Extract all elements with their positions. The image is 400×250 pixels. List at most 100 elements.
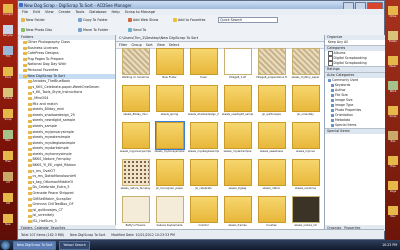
menu-item[interactable]: View: [45, 10, 54, 14]
file-thumbnail[interactable]: skeels_sweetness: [256, 122, 287, 157]
menu-item[interactable]: Database: [89, 10, 106, 14]
file-thumbnail[interactable]: skeels_80day_mini: [120, 85, 151, 120]
desktop-icon[interactable]: Recycle Bin: [3, 25, 13, 37]
desktop-icon[interactable]: Drive: [388, 6, 398, 18]
add-to-favorites-button[interactable]: Add to Favorites: [173, 17, 205, 23]
file-thumbnail[interactable]: skeels_frames: [222, 196, 253, 231]
file-thumbnail[interactable]: skeels_myhoneysimple: [154, 121, 185, 157]
folder-icon: [189, 48, 218, 75]
file-thumbnail[interactable]: Betty's Flowers: [120, 196, 151, 231]
taskbar-item[interactable]: New DigiScrap To Sort: [13, 240, 57, 250]
file-thumbnail[interactable]: skeels_mydarksimple: [222, 122, 253, 157]
menu-item[interactable]: Tools: [75, 10, 84, 14]
file-thumbnail[interactable]: skeels_sunshine: [290, 159, 321, 194]
desktop-icon[interactable]: Computer: [3, 4, 13, 16]
file-thumbnail[interactable]: brushes: [256, 196, 287, 231]
desktop-icon[interactable]: Dogs: [388, 181, 398, 193]
new-photo-disc-button[interactable]: New Photo Disc: [21, 27, 52, 33]
checkbox[interactable]: [328, 51, 333, 56]
category-icon: [331, 104, 334, 107]
file-thumbnail[interactable]: skeels_spring: [154, 85, 185, 120]
file-thumbnail[interactable]: skeels_myjanuarysimple: [120, 122, 151, 157]
folder-icon: [291, 85, 320, 112]
desktop-icon[interactable]: Misc: [3, 130, 13, 142]
view-menu-button[interactable]: Group: [131, 43, 141, 47]
file-thumbnail[interactable]: skeels_myfairy_paper: [290, 48, 321, 83]
move-to-folder-button[interactable]: Move To Folder: [78, 27, 108, 33]
category-icon: [328, 79, 331, 82]
desktop-icon[interactable]: Pics: [388, 131, 398, 143]
quick-search-input[interactable]: Quick Search: [218, 17, 278, 23]
send-to-button[interactable]: Send To: [128, 27, 146, 33]
desktop-icon-label: Computer: [3, 13, 13, 16]
file-thumbnail[interactable]: jsl_monogram_paper: [154, 159, 185, 194]
file-thumbnail[interactable]: skeels_mylove: [290, 122, 321, 157]
desktop-icon[interactable]: Misc: [388, 206, 398, 218]
desktop-icon[interactable]: Files: [388, 156, 398, 168]
desktop-icon[interactable]: Old: [3, 193, 13, 205]
view-menu-button[interactable]: View: [157, 43, 165, 47]
desktop-icon[interactable]: Work: [388, 81, 398, 93]
menu-item[interactable]: Create: [59, 10, 71, 14]
file-thumbnail[interactable]: jsl_urrenitely: [290, 85, 321, 120]
desktop-icon[interactable]: New: [3, 214, 13, 226]
desktop-icon-label: Drive: [389, 15, 397, 18]
desktop-icon[interactable]: Photos: [3, 88, 13, 100]
file-thumbnail[interactable]: Colorful: [188, 196, 219, 231]
desktop-icon[interactable]: Docs: [3, 67, 13, 79]
file-thumbnail[interactable]: Village8_preparations.fla: [256, 48, 287, 83]
desktop-icon[interactable]: Scrap: [388, 106, 398, 118]
file-thumbnail[interactable]: skeels_mysiteglowsimple: [188, 122, 219, 157]
desktop-icon-label: Recycle Bin: [3, 34, 13, 37]
folder-icon: [28, 141, 32, 145]
menu-item[interactable]: Help: [111, 10, 119, 14]
view-menu-button[interactable]: Select: [169, 43, 179, 47]
title-bar[interactable]: New Dog Scrap - DigiScrap To Sort - ACDS…: [18, 1, 384, 10]
file-thumbnail[interactable]: skeels_nature_fernplay: [120, 159, 151, 194]
category-icon: [331, 109, 334, 112]
view-menu-button[interactable]: Sort: [146, 43, 153, 47]
desktop-icon[interactable]: Art: [3, 172, 13, 184]
desktop-icon[interactable]: Folder: [388, 31, 398, 43]
file-thumbnail[interactable]: believe kaylasmade: [154, 196, 185, 231]
desktop-icon[interactable]: Scrap: [3, 109, 13, 121]
checkbox[interactable]: [328, 56, 333, 61]
file-thumbnail[interactable]: skeels_nature_kit: [290, 196, 321, 231]
copy-to-folder-button[interactable]: Copy To Folder: [78, 17, 108, 23]
menu-item[interactable]: File: [22, 10, 28, 14]
desktop-icon-label: Photos: [3, 97, 13, 100]
desktop-icon[interactable]: Files: [3, 151, 13, 163]
file-name: skeels_mylove: [296, 150, 315, 153]
file-thumbnail[interactable]: trees: [188, 48, 219, 83]
file-thumbnail[interactable]: jsl_celebrate: [188, 159, 219, 194]
view-menu-button[interactable]: Filter: [119, 43, 127, 47]
folder-icon: [28, 147, 32, 151]
file-list-pane: C:\Users\Tim_2\Desktop\New DigiScrap To …: [116, 35, 324, 231]
new-folder-button[interactable]: New Folder: [21, 17, 45, 23]
file-name: jsl_celebrate: [195, 187, 212, 190]
folder-icon: [28, 80, 32, 84]
file-thumbnail[interactable]: skeels_newdigkit_sample: [222, 85, 253, 120]
start-button[interactable]: [1, 240, 10, 250]
file-thumbnail[interactable]: Village8_1.wf: [222, 48, 253, 83]
path-bar[interactable]: C:\Users\Tim_2\Desktop\New DigiScrap To …: [116, 35, 324, 42]
desktop-icon[interactable]: Music: [388, 56, 398, 68]
file-thumbnail[interactable]: skeels_ribbon: [256, 159, 287, 194]
folder-icon: [28, 102, 32, 106]
file-thumbnail[interactable]: skeels_zigzag: [222, 159, 253, 194]
taskbar-item[interactable]: Yahoo! Search: [59, 240, 90, 250]
add-web-show-button[interactable]: Add Web Show: [128, 17, 158, 23]
folder-icon: [28, 158, 32, 162]
menu-item[interactable]: Edit: [33, 10, 40, 14]
menu-item[interactable]: Scrap to Manage: [125, 10, 155, 14]
special-items-header[interactable]: Special Items: [325, 128, 385, 134]
file-thumbnail[interactable]: New Folder: [154, 48, 185, 83]
file-thumbnail[interactable]: Walking on Sunshine: [120, 48, 151, 83]
clock: 10:23 PM: [382, 243, 397, 247]
folder-icon: [28, 175, 32, 179]
app-icon: [19, 2, 23, 7]
file-thumbnail[interactable]: jsl_quiltcowjes: [256, 85, 287, 120]
checkbox[interactable]: [328, 61, 333, 66]
file-thumbnail[interactable]: skeels_shadowdesign_25: [188, 85, 219, 120]
desktop-icon[interactable]: Tim: [3, 46, 13, 58]
